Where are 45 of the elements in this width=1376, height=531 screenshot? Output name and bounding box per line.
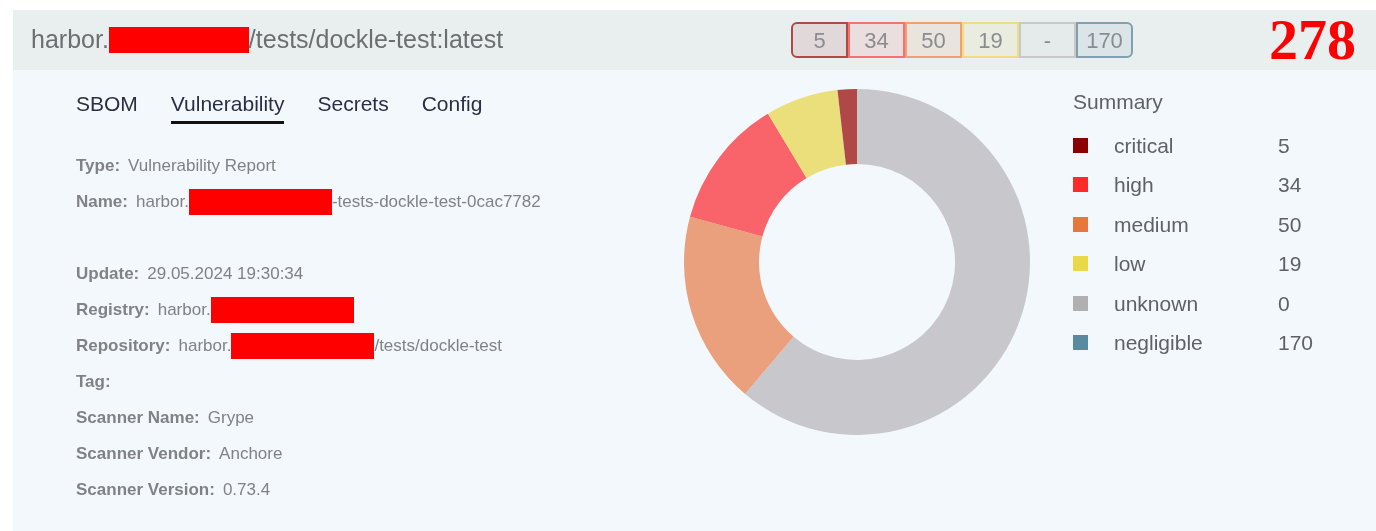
severity-count-badge: 170 <box>1076 22 1133 58</box>
field-label: Update: <box>76 263 140 286</box>
severity-count-badge: 19 <box>962 22 1019 58</box>
severity-count-badge: 5 <box>791 22 848 58</box>
field-label: Registry: <box>76 299 150 322</box>
legend-label: unknown <box>1114 290 1200 317</box>
legend-value: 34 <box>1278 172 1302 198</box>
severity-count-badge: 34 <box>848 22 905 58</box>
severity-count-badge: 50 <box>905 22 962 58</box>
tab[interactable]: Config <box>421 86 483 124</box>
field-value: harbor. <box>135 191 189 214</box>
legend-label: negligible <box>1114 330 1204 356</box>
field-label: Tag: <box>76 371 111 394</box>
field-value: harbor. <box>178 335 232 358</box>
field-label: Scanner Name: <box>76 407 200 430</box>
legend-label: critical <box>1114 132 1175 159</box>
field-label: Scanner Vendor: <box>76 443 212 466</box>
severity-count-badge: - <box>1019 22 1076 58</box>
field-value: Anchore <box>219 443 283 466</box>
total-count: 278 <box>1269 11 1356 69</box>
legend-value: 0 <box>1278 290 1290 317</box>
field-label: Repository: <box>76 335 171 358</box>
legend-title: Summary <box>1073 89 1164 115</box>
tab[interactable]: SBOM <box>76 86 138 124</box>
field-value: harbor. <box>157 299 211 322</box>
legend-label: medium <box>1114 211 1190 238</box>
legend-value: 19 <box>1278 251 1302 277</box>
legend-value: 170 <box>1278 330 1314 356</box>
field-value: -tests-dockle-test-0cac7782 <box>331 191 541 214</box>
legend-label: high <box>1114 172 1155 198</box>
field-value: Grype <box>207 407 255 430</box>
image-title: harbor. <box>31 24 109 56</box>
legend-label: low <box>1114 251 1147 277</box>
field-value: Vulnerability Report <box>128 155 276 178</box>
field-value: 0.73.4 <box>222 479 271 502</box>
legend-value: 50 <box>1278 211 1302 238</box>
field-value: /tests/dockle-test <box>374 335 502 358</box>
field-label: Scanner Version: <box>76 479 215 502</box>
tab[interactable]: Secrets <box>317 86 389 124</box>
legend-value: 5 <box>1278 132 1290 159</box>
field-value: 29.05.2024 19:30:34 <box>147 263 304 286</box>
field-label: Type: <box>76 155 121 178</box>
field-label: Name: <box>76 191 128 214</box>
image-title: /tests/dockle-test:latest <box>248 24 504 56</box>
tab[interactable]: Vulnerability <box>170 86 285 124</box>
